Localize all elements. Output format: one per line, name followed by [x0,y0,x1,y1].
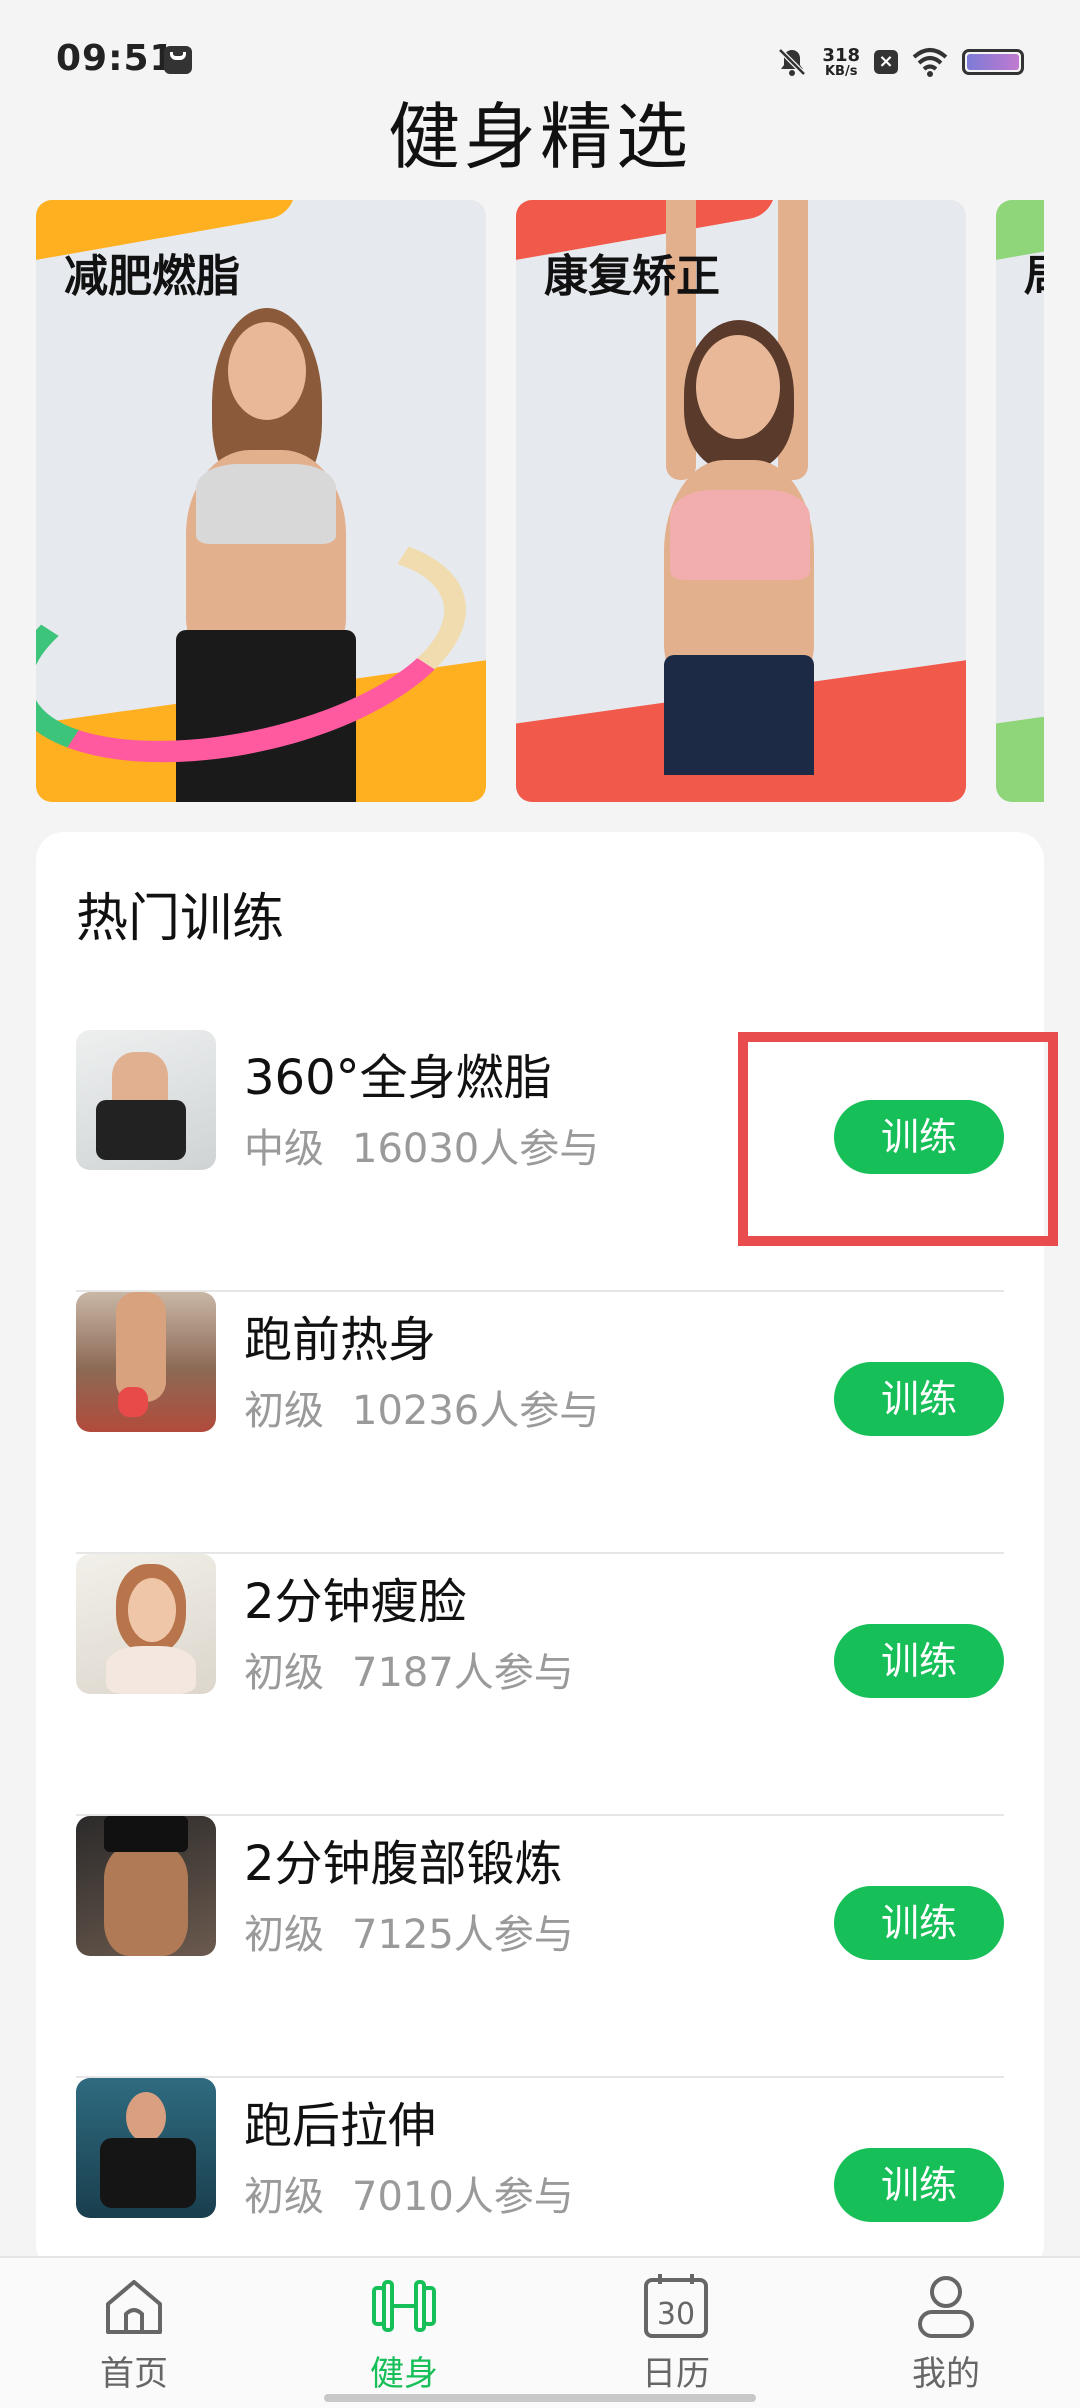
mute-icon [778,48,807,76]
banner-title: 局 [1024,240,1044,304]
train-button[interactable]: 训练 [834,1362,1004,1436]
bottom-nav: 首页 健身 30 日历 我的 [0,2256,1080,2408]
training-name: 跑后拉伸 [244,2098,437,2154]
nav-label: 健身 [370,2354,438,2394]
training-participants: 7010人参与 [352,2174,574,2220]
nav-label: 我的 [912,2354,980,2394]
brush-stroke-decoration [996,656,1044,802]
banner-title: 减肥燃脂 [64,251,240,302]
training-item[interactable]: 360°全身燃脂 中级 16030人参与 训练 [76,1030,1004,1292]
training-level: 初级 [244,2174,324,2220]
training-meta: 中级 16030人参与 [244,1116,599,1174]
training-participants: 7187人参与 [352,1650,574,1696]
training-item[interactable]: 跑前热身 初级 10236人参与 训练 [76,1292,1004,1554]
nav-item-calendar[interactable]: 30 日历 [576,2270,776,2400]
banner-rehab-correction[interactable]: 康复矫正 [516,200,966,802]
home-icon [106,2280,162,2334]
train-button[interactable]: 训练 [834,1886,1004,1960]
category-banner-row[interactable]: 减肥燃脂 康复矫正 局 [36,200,1044,802]
calendar-icon: 30 [644,2274,708,2338]
training-item[interactable]: 跑后拉伸 初级 7010人参与 训练 [76,2078,1004,2272]
training-thumbnail-image [76,1292,216,1432]
training-thumbnail-image [76,1816,216,1956]
battery-icon [962,49,1024,75]
train-button[interactable]: 训练 [834,1624,1004,1698]
app-notification-icon [164,46,192,74]
training-participants: 7125人参与 [352,1912,574,1958]
training-thumbnail-image [76,1554,216,1694]
training-meta: 初级 10236人参与 [244,1378,599,1436]
close-box-icon: × [874,50,898,74]
training-name: 2分钟瘦脸 [244,1574,467,1630]
training-level: 初级 [244,1912,324,1958]
calendar-day: 30 [657,2297,695,2332]
net-speed: 318 KB/s [822,44,860,79]
training-name: 360°全身燃脂 [244,1050,552,1106]
net-speed-unit: KB/s [824,63,858,79]
nav-item-home[interactable]: 首页 [34,2270,234,2400]
training-item[interactable]: 2分钟瘦脸 初级 7187人参与 训练 [76,1554,1004,1816]
training-name: 2分钟腹部锻炼 [244,1836,563,1892]
person-icon [918,2276,974,2338]
status-time: 09:51 [56,38,176,79]
nav-label: 首页 [100,2354,168,2394]
dumbbell-icon [372,2280,436,2332]
wifi-icon [912,48,948,77]
training-level: 初级 [244,1650,324,1696]
section-title: 热门训练 [76,889,285,949]
banner-title: 康复矫正 [544,251,720,302]
net-speed-value: 318 [822,44,860,66]
training-thumbnail-image [76,1030,216,1170]
train-button[interactable]: 训练 [834,2148,1004,2222]
training-thumbnail-image [76,2078,216,2218]
popular-training-panel: 热门训练 360°全身燃脂 中级 16030人参与 训练 跑前热身 初级 10236… [36,832,1044,2272]
training-level: 中级 [244,1126,324,1172]
training-meta: 初级 7125人参与 [244,1902,574,1960]
training-participants: 10236人参与 [352,1388,600,1434]
train-button[interactable]: 训练 [834,1100,1004,1174]
training-item[interactable]: 2分钟腹部锻炼 初级 7125人参与 训练 [76,1816,1004,2078]
nav-label: 日历 [642,2354,710,2394]
training-meta: 初级 7010人参与 [244,2164,574,2222]
training-meta: 初级 7187人参与 [244,1640,574,1698]
nav-item-mine[interactable]: 我的 [846,2270,1046,2400]
training-name: 跑前热身 [244,1312,437,1368]
banner-fat-burning[interactable]: 减肥燃脂 [36,200,486,802]
home-indicator[interactable] [324,2394,756,2402]
training-participants: 16030人参与 [352,1126,600,1172]
training-level: 初级 [244,1388,324,1434]
page-title: 健身精选 [387,95,692,179]
nav-item-fitness[interactable]: 健身 [304,2270,504,2400]
battery-fill [967,54,1019,70]
banner-third-category[interactable]: 局 [996,200,1044,802]
